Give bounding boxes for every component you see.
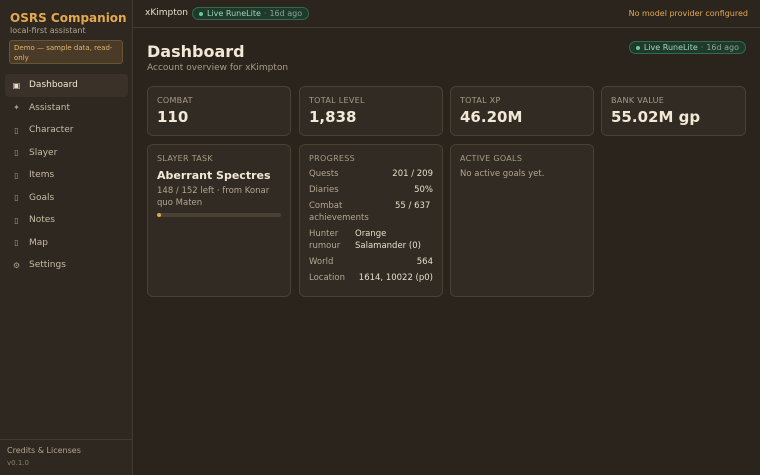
status-label: Live RuneLite xyxy=(643,43,698,52)
status-label: Live RuneLite xyxy=(207,9,261,18)
app-subtitle: local-first assistant xyxy=(10,26,86,35)
app-version: v0.1.0 xyxy=(7,459,29,467)
slayer-monster: Aberrant Spectres xyxy=(157,169,271,182)
provider-notice[interactable]: No model provider configured xyxy=(629,9,748,18)
stat-label: TOTAL LEVEL xyxy=(309,96,365,105)
sidebar-item-label: Settings xyxy=(29,260,66,271)
top-bar: xKimpton Live RuneLite · 16d ago No mode… xyxy=(133,0,760,28)
stat-card-bank-value: BANK VALUE 55.02M gp xyxy=(601,86,746,136)
sidebar-footer: Credits & Licenses v0.1.0 xyxy=(0,439,132,473)
credits-link[interactable]: Credits & Licenses xyxy=(7,446,125,455)
slayer-detail: 148 / 152 left · from Konar quo Maten xyxy=(157,186,270,208)
sidebar-item-settings[interactable]: ⚙ Settings xyxy=(5,254,128,277)
sidebar-nav: ▣ Dashboard ✦ Assistant ▯ Character ▯ Sl… xyxy=(5,74,128,277)
stat-label: TOTAL XP xyxy=(460,96,501,105)
progress-value: Orange Salamander (0) xyxy=(355,229,421,251)
live-status-badge: Live RuneLite · 16d ago xyxy=(628,41,746,54)
slayer-task-card: SLAYER TASK Aberrant Spectres 148 / 152 … xyxy=(147,144,291,297)
live-dot-icon xyxy=(199,11,203,16)
live-status-badge: Live RuneLite · 16d ago xyxy=(192,7,310,20)
stat-value: 110 xyxy=(157,108,189,126)
progress-key: Hunter rumour xyxy=(309,229,341,251)
sidebar-item-label: Slayer xyxy=(29,147,58,158)
sidebar-item-label: Assistant xyxy=(29,102,71,113)
stat-label: COMBAT xyxy=(157,96,193,105)
stat-value: 55.02M gp xyxy=(611,108,701,126)
page-title: Dashboard xyxy=(147,42,245,61)
progress-key: World xyxy=(309,257,334,267)
progress-row: Quests 201 / 209 xyxy=(309,168,433,180)
sidebar-item-dashboard[interactable]: ▣ Dashboard xyxy=(5,74,128,97)
progress-row: Hunter rumour Orange Salamander (0) xyxy=(309,228,433,252)
sidebar: OSRS Companion local-first assistant Dem… xyxy=(0,0,133,475)
gear-icon: ⚙ xyxy=(12,260,21,270)
progress-key: Diaries xyxy=(309,185,339,195)
sidebar-item-assistant[interactable]: ✦ Assistant xyxy=(5,97,128,120)
progress-value: 1614, 10022 (p0) xyxy=(358,273,433,283)
character-icon: ▯ xyxy=(14,125,19,135)
dashboard-icon: ▣ xyxy=(12,80,21,90)
progress-value: 55 / 637 xyxy=(395,201,431,211)
sidebar-item-label: Map xyxy=(29,237,48,248)
app-title: OSRS Companion xyxy=(10,11,127,25)
sidebar-item-slayer[interactable]: ▯ Slayer xyxy=(5,142,128,165)
sidebar-item-label: Character xyxy=(29,125,74,136)
stat-card-total-xp: TOTAL XP 46.20M xyxy=(450,86,594,136)
sidebar-item-character[interactable]: ▯ Character xyxy=(5,119,128,142)
sidebar-item-goals[interactable]: ▯ Goals xyxy=(5,187,128,210)
slayer-icon: ▯ xyxy=(14,148,19,158)
progress-value: 564 xyxy=(416,257,433,267)
demo-notice: Demo — sample data, read-only xyxy=(9,40,123,64)
notes-icon: ▯ xyxy=(14,215,19,225)
items-icon: ▯ xyxy=(14,170,19,180)
map-icon: ▯ xyxy=(14,238,19,248)
progress-row: Diaries 50% xyxy=(309,184,433,196)
sidebar-item-label: Items xyxy=(29,170,55,181)
sparkle-icon: ✦ xyxy=(13,103,20,113)
progress-row: Location 1614, 10022 (p0) xyxy=(309,272,433,284)
progress-key: Location xyxy=(309,273,345,283)
sidebar-item-notes[interactable]: ▯ Notes xyxy=(5,209,128,232)
progress-row: World 564 xyxy=(309,256,433,268)
stat-card-total-level: TOTAL LEVEL 1,838 xyxy=(299,86,443,136)
stat-value: 46.20M xyxy=(460,108,523,126)
progress-value: 50% xyxy=(414,185,433,195)
progress-key: Quests xyxy=(309,169,339,179)
status-ago: 16d ago xyxy=(706,43,739,52)
active-goals-card: ACTIVE GOALS No active goals yet. xyxy=(450,144,594,297)
slayer-progress-fill xyxy=(157,213,161,217)
status-separator: · xyxy=(700,43,704,52)
sidebar-item-items[interactable]: ▯ Items xyxy=(5,164,128,187)
live-dot-icon xyxy=(635,45,640,50)
username: xKimpton xyxy=(145,8,188,18)
progress-label: PROGRESS xyxy=(309,154,356,163)
goals-label: ACTIVE GOALS xyxy=(460,154,523,163)
slayer-progress-bar xyxy=(157,213,281,217)
sidebar-item-map[interactable]: ▯ Map xyxy=(5,232,128,255)
slayer-label: SLAYER TASK xyxy=(157,154,213,163)
progress-row: Combat achievements 55 / 637 xyxy=(309,200,433,224)
stat-card-combat: COMBAT 110 xyxy=(147,86,291,136)
page-subtitle: Account overview for xKimpton xyxy=(147,63,289,73)
sidebar-item-label: Goals xyxy=(29,192,55,203)
sidebar-item-label: Dashboard xyxy=(29,80,78,91)
stat-value: 1,838 xyxy=(309,108,357,126)
progress-key: Combat achievements xyxy=(309,201,369,223)
status-ago: 16d ago xyxy=(269,9,303,18)
goals-icon: ▯ xyxy=(14,193,19,203)
main-content: Dashboard Account overview for xKimpton … xyxy=(133,28,760,475)
progress-value: 201 / 209 xyxy=(392,169,433,179)
status-separator: · xyxy=(263,9,267,18)
goals-empty-message: No active goals yet. xyxy=(460,169,545,179)
progress-card: PROGRESS Quests 201 / 209 Diaries 50% Co… xyxy=(299,144,443,297)
stat-label: BANK VALUE xyxy=(611,96,665,105)
sidebar-item-label: Notes xyxy=(29,215,55,226)
